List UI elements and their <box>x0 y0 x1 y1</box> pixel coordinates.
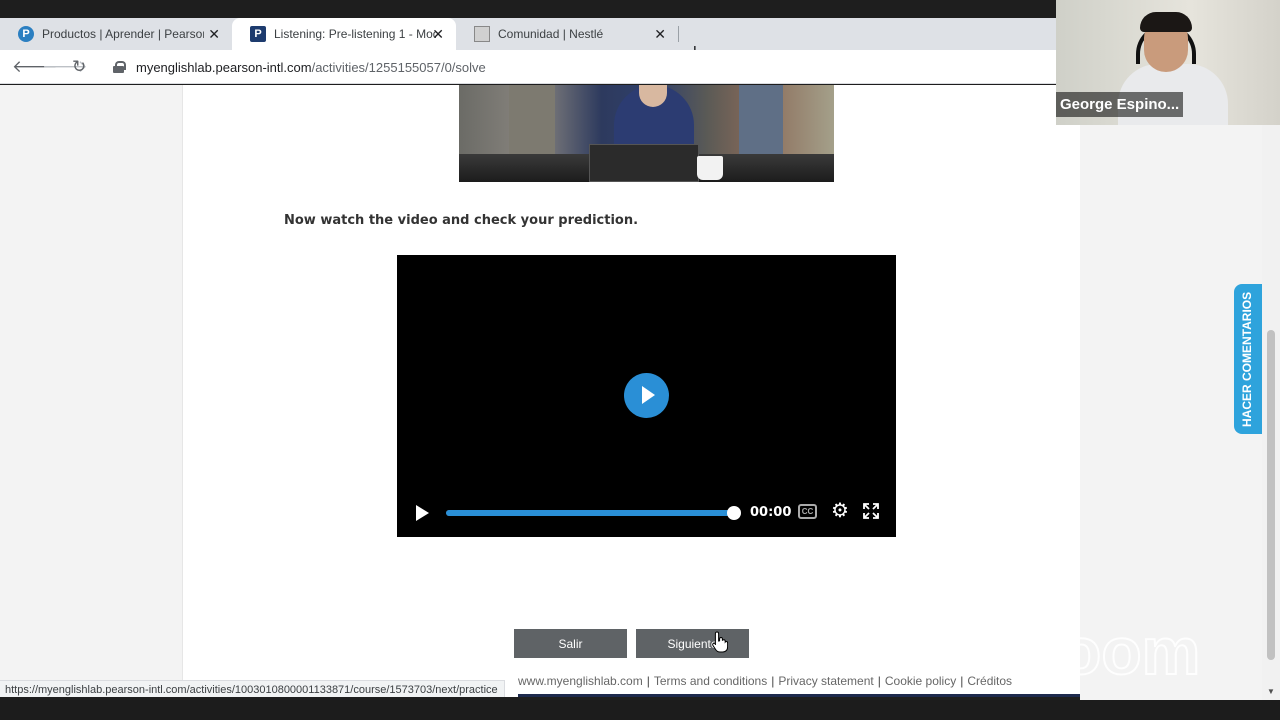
screen-bottom-edge <box>0 700 1280 720</box>
status-bar-url: https://myenglishlab.pearson-intl.com/ac… <box>0 680 505 697</box>
scroll-down-arrow-icon[interactable]: ▼ <box>1267 687 1275 696</box>
time-display: 00:00 <box>750 505 792 520</box>
address-bar[interactable]: myenglishlab.pearson-intl.com/activities… <box>104 54 1056 80</box>
close-icon[interactable]: ✕ <box>208 26 220 43</box>
tab-productos[interactable]: P Productos | Aprender | Pearson E ✕ <box>0 18 232 50</box>
page-viewport: Now watch the video and check your predi… <box>0 85 1080 697</box>
footer-separator: | <box>877 674 881 688</box>
footer-link-site[interactable]: www.myenglishlab.com <box>518 674 643 688</box>
reload-icon[interactable]: ↻ <box>72 57 86 77</box>
pearson-circle-icon: P <box>18 26 34 42</box>
hand-cursor-icon <box>712 631 728 653</box>
browser-toolbar: 🡐 🡒 ↻ myenglishlab.pearson-intl.com/acti… <box>0 50 1056 84</box>
url-text: myenglishlab.pearson-intl.com/activities… <box>136 60 486 75</box>
footer-separator: | <box>771 674 775 688</box>
tab-comunidad[interactable]: Comunidad | Nestlé ✕ <box>456 18 678 50</box>
svg-text:zoom: zoom <box>1028 622 1200 684</box>
footer-link-terms[interactable]: Terms and conditions <box>654 674 767 688</box>
fullscreen-icon[interactable] <box>863 503 879 519</box>
close-icon[interactable]: ✕ <box>432 26 444 43</box>
footer-link-privacy[interactable]: Privacy statement <box>778 674 873 688</box>
scrollbar-thumb[interactable] <box>1267 330 1275 660</box>
play-icon[interactable] <box>416 505 430 521</box>
page-icon <box>474 26 490 42</box>
next-button[interactable]: Siguiente <box>636 629 749 658</box>
activity-image <box>459 85 834 182</box>
seek-progress <box>446 510 734 516</box>
captions-button[interactable]: CC <box>798 504 817 519</box>
tab-strip: P Productos | Aprender | Pearson E ✕ P L… <box>0 18 1056 62</box>
zoom-participant-video: George Espino... <box>1056 0 1280 125</box>
lock-icon[interactable] <box>113 61 126 73</box>
tab-separator <box>678 26 679 42</box>
footer-bar <box>518 694 1080 697</box>
footer-link-cookies[interactable]: Cookie policy <box>885 674 956 688</box>
zoom-logo: zoom <box>1028 622 1201 684</box>
big-play-button[interactable] <box>624 373 669 418</box>
feedback-tab-label: HACER COMENTARIOS <box>1240 291 1254 427</box>
footer-separator: | <box>646 674 650 688</box>
footer-link-credits[interactable]: Créditos <box>967 674 1012 688</box>
tab-title: Productos | Aprender | Pearson E <box>42 27 204 41</box>
url-path: /activities/1255155057/0/solve <box>311 59 486 75</box>
tab-listening[interactable]: P Listening: Pre-listening 1 - Modo ✕ <box>232 18 456 50</box>
participant-name: George Espino... <box>1056 92 1184 117</box>
url-host: myenglishlab.pearson-intl.com <box>136 59 312 75</box>
gear-icon[interactable]: ⚙ <box>831 501 849 521</box>
activity-instruction: Now watch the video and check your predi… <box>284 213 639 228</box>
tab-title: Listening: Pre-listening 1 - Modo <box>274 27 436 41</box>
footer-separator: | <box>960 674 964 688</box>
tab-title: Comunidad | Nestlé <box>498 27 604 41</box>
close-icon[interactable]: ✕ <box>654 26 666 43</box>
scrollbar[interactable]: ▼ <box>1262 125 1280 700</box>
seek-handle[interactable] <box>727 506 741 520</box>
pearson-p-icon: P <box>250 26 266 42</box>
footer-links: www.myenglishlab.com | Terms and condition… <box>518 674 1012 688</box>
screen-top-edge <box>0 0 1056 18</box>
video-player[interactable]: 00:00 CC ⚙ <box>397 255 896 537</box>
feedback-tab[interactable]: HACER COMENTARIOS <box>1234 284 1262 434</box>
exit-button[interactable]: Salir <box>514 629 627 658</box>
seek-bar[interactable] <box>446 506 741 520</box>
